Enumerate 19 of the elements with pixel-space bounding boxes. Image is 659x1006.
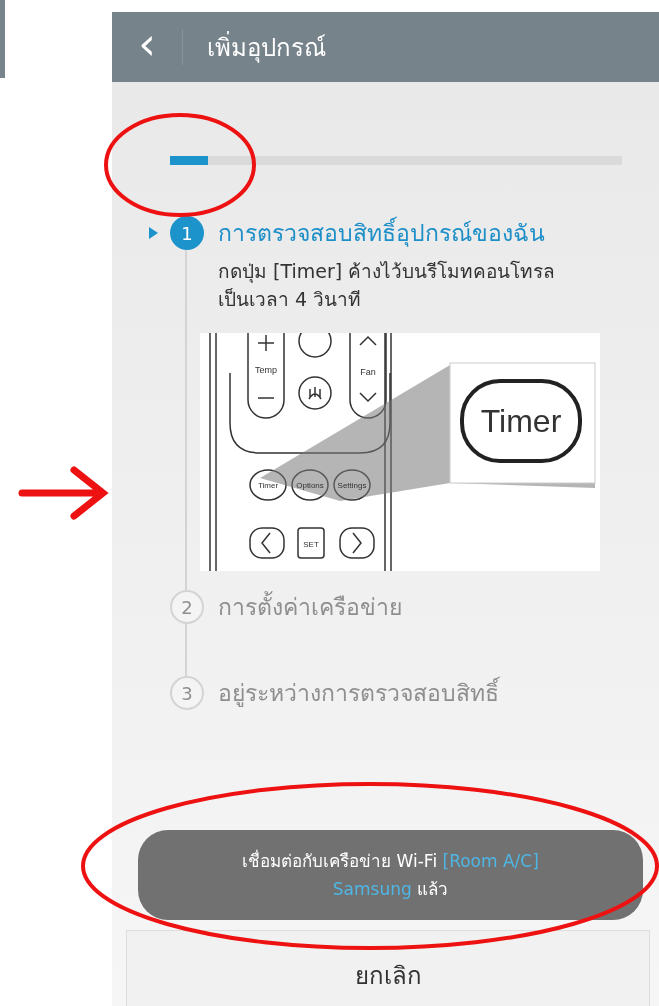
remote-key-label: Fan (360, 367, 376, 377)
zoomed-button-label: Timer (480, 403, 562, 439)
cancel-button[interactable]: ยกเลิก (126, 930, 650, 1006)
step-description: กดปุ่ม [Timer] ค้างไว้บนรีโมทคอนโทรล เป็นเวลา 4 วินาที (218, 259, 557, 312)
step-title: การตั้งค่าเครือข่าย (218, 589, 659, 625)
remote-button-label: Settings (337, 481, 367, 490)
step-number: 3 (170, 676, 204, 710)
step-number: 1 (170, 216, 204, 250)
remote-key-label: Temp (255, 365, 277, 375)
toast-message: เชื่อมต่อกับเครือข่าย Wi-Fi [Room A/C] Samsung แล้ว (138, 830, 643, 920)
step-title: อยู่ระหว่างการตรวจสอบสิทธิ์ (218, 675, 659, 711)
remote-key-label: SET (303, 540, 319, 549)
remote-button-label: Timer (257, 481, 279, 490)
remote-button-label: Options (296, 481, 324, 490)
screen-title: เพิ่มอุปกรณ์ (207, 30, 326, 65)
current-step-icon (149, 227, 158, 239)
back-button[interactable]: ‹ (112, 12, 182, 82)
step-title: การตรวจสอบสิทธิ์อุปกรณ์ของฉัน (218, 215, 659, 251)
step-number: 2 (170, 590, 204, 624)
